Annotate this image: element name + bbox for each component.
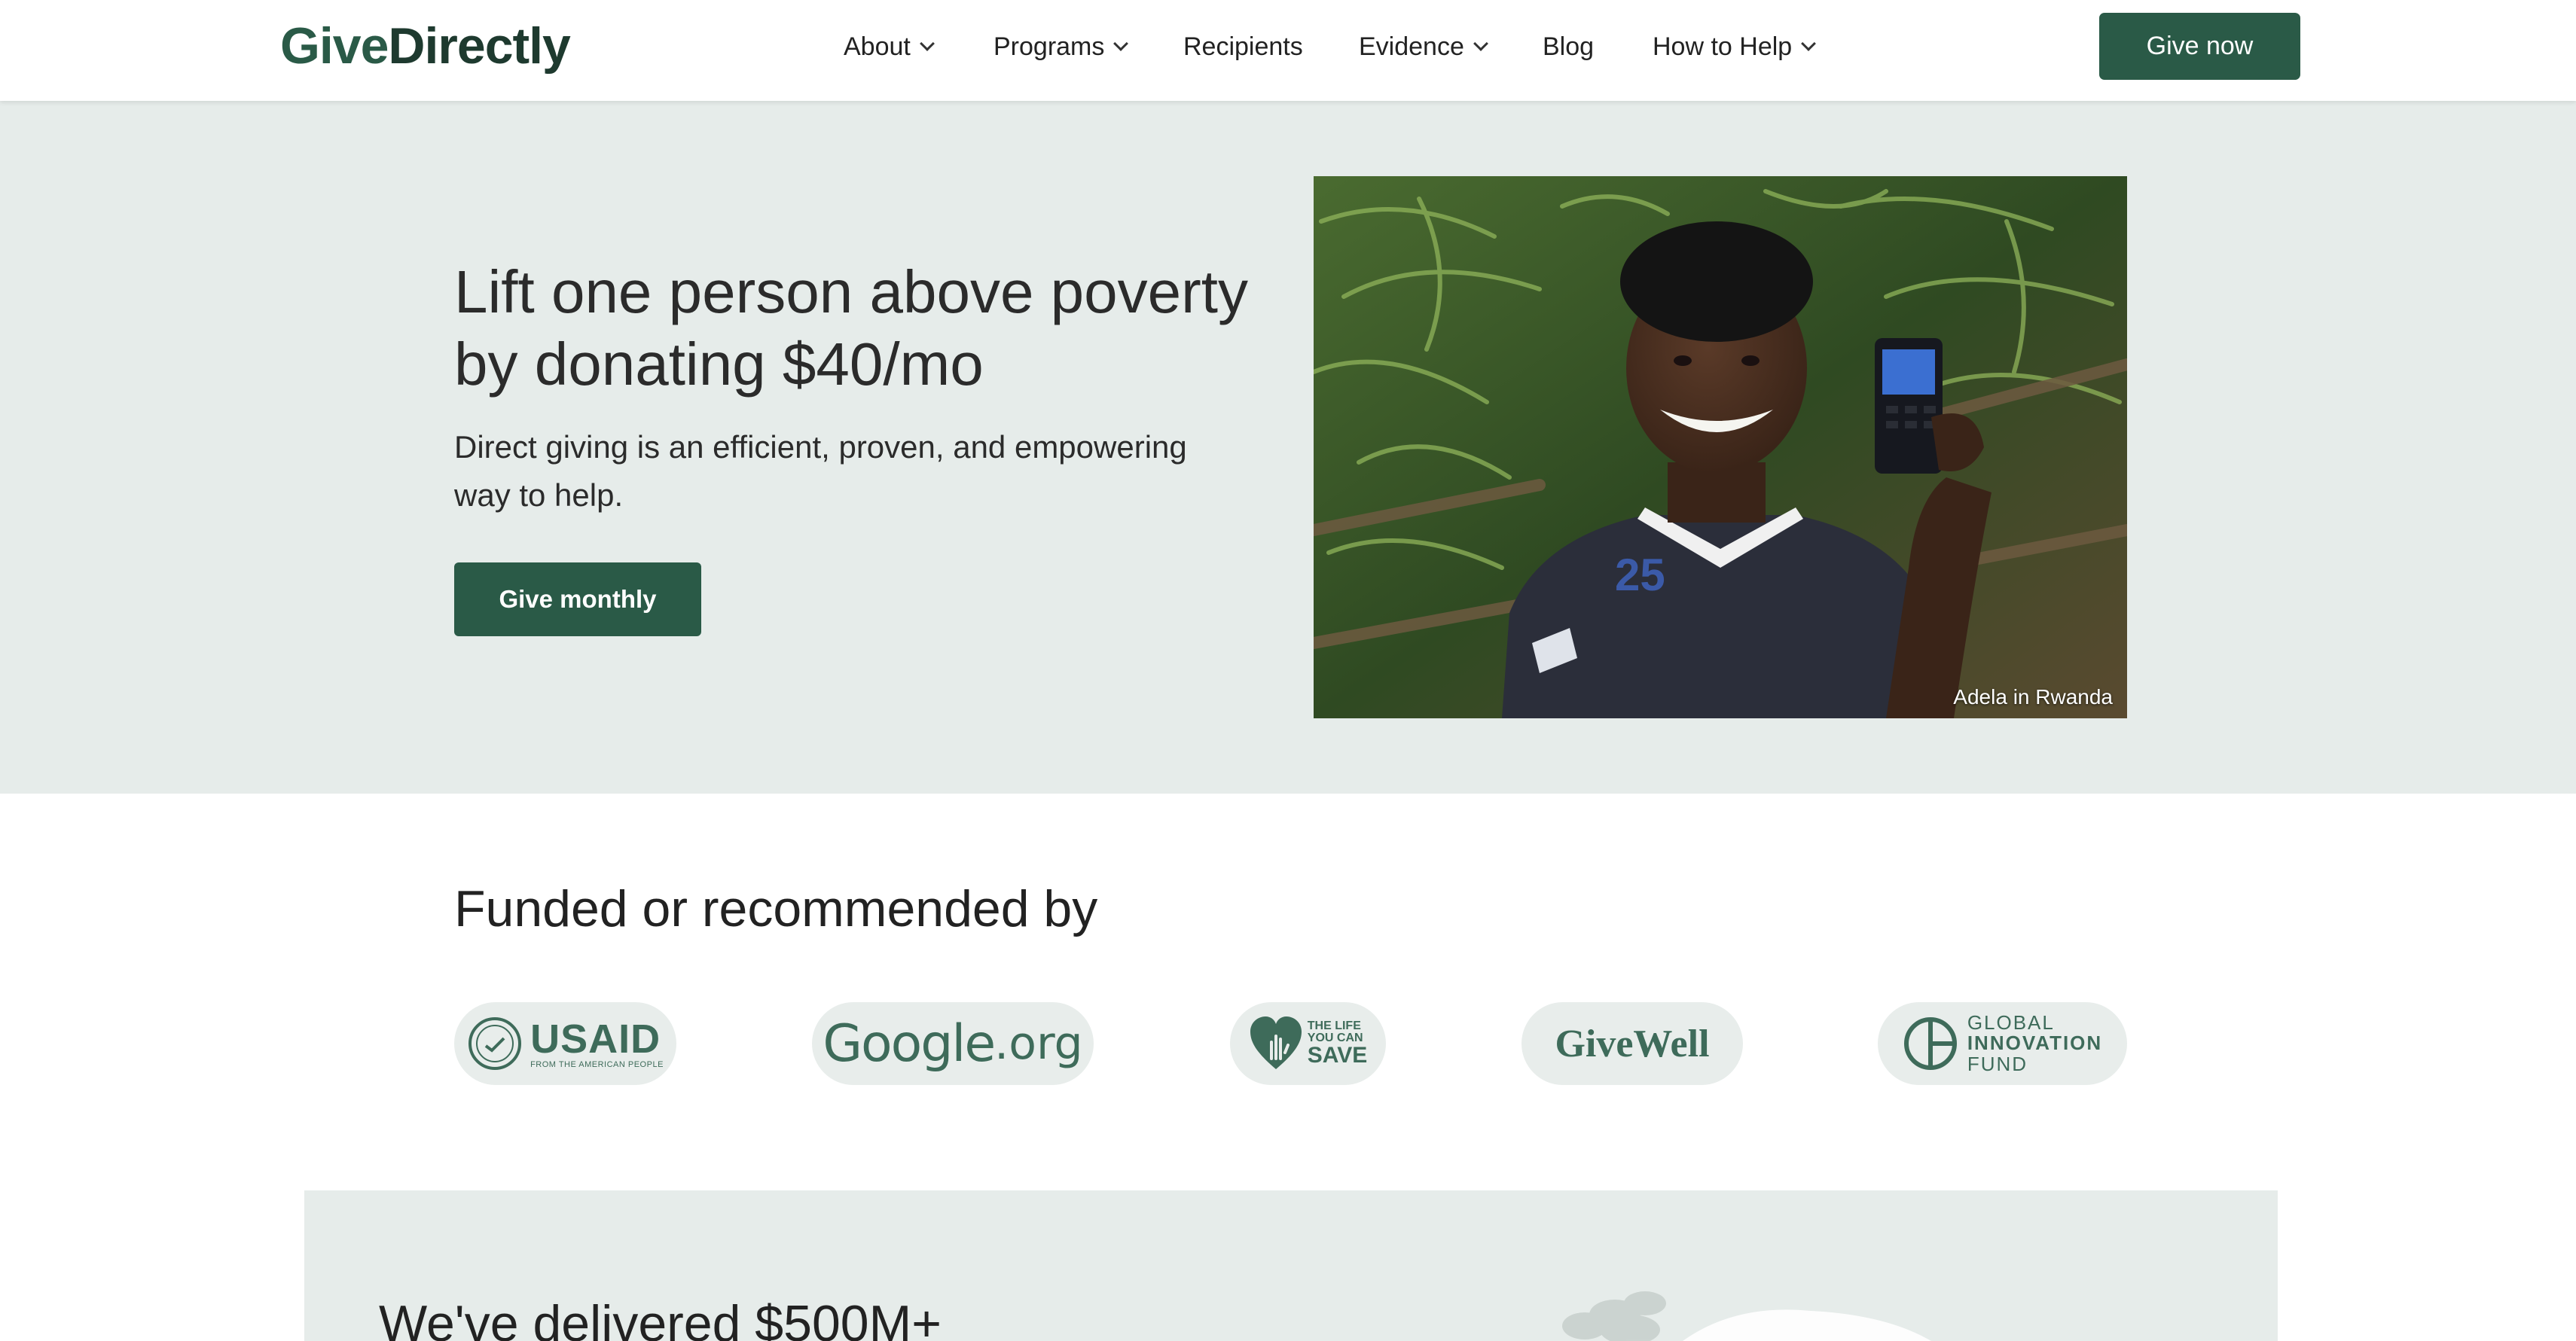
heart-hand-icon	[1250, 1016, 1302, 1069]
nav-about-label: About	[844, 32, 911, 61]
nav-programs-label: Programs	[993, 32, 1105, 61]
nav-recipients[interactable]: Recipients	[1183, 24, 1303, 69]
tlycs-line3: SAVE	[1307, 1043, 1368, 1068]
nav-blog[interactable]: Blog	[1543, 24, 1594, 69]
givedirectly-logo[interactable]: GiveDirectly	[280, 12, 571, 80]
givewell-wordmark: GiveWell	[1555, 1022, 1710, 1065]
chevron-down-icon	[1473, 36, 1488, 51]
delivered-section: We've delivered $500M+	[304, 1190, 2278, 1341]
google-org-suffix: .org	[994, 1017, 1083, 1070]
usaid-logo[interactable]: USAID FROM THE AMERICAN PEOPLE	[454, 1002, 676, 1085]
photo-illustration: 25	[1314, 176, 2127, 718]
usaid-tagline: FROM THE AMERICAN PEOPLE	[530, 1059, 664, 1069]
nav-blog-label: Blog	[1543, 32, 1595, 61]
hero-photo: 25 Adela in Rwanda	[1314, 176, 2127, 718]
gif-line1: GLOBAL	[1967, 1011, 2055, 1035]
gif-emblem-icon	[1903, 1017, 1957, 1070]
gif-line2: INNOVATION	[1967, 1032, 2103, 1055]
nav-recipients-label: Recipients	[1183, 32, 1303, 61]
nav-how-to-help[interactable]: How to Help	[1653, 24, 1817, 69]
usaid-wordmark: USAID	[530, 1016, 661, 1062]
gif-line3: FUND	[1967, 1052, 2028, 1075]
hero-subtitle: Direct giving is an efficient, proven, a…	[454, 429, 1187, 513]
logo-directly-text: Directly	[388, 17, 570, 75]
nav-programs[interactable]: Programs	[993, 24, 1129, 69]
chevron-down-icon	[1801, 36, 1817, 51]
google-org-logo[interactable]: Google .org	[812, 1002, 1094, 1085]
nav-evidence-label: Evidence	[1359, 32, 1464, 61]
givewell-logo[interactable]: GiveWell	[1521, 1002, 1743, 1085]
nav-about[interactable]: About	[844, 24, 935, 69]
svg-text:25: 25	[1615, 550, 1665, 600]
global-innovation-fund-logo[interactable]: GLOBAL INNOVATION FUND	[1878, 1002, 2127, 1085]
nav-how-to-help-label: How to Help	[1653, 32, 1793, 61]
chevron-down-icon	[1113, 36, 1129, 51]
usaid-seal-icon	[469, 1017, 522, 1070]
give-now-button[interactable]: Give now	[2099, 13, 2300, 80]
the-life-you-can-save-logo[interactable]: THE LIFE YOU CAN SAVE	[1230, 1002, 1386, 1085]
nav-evidence[interactable]: Evidence	[1359, 24, 1488, 69]
photo-caption: Adela in Rwanda	[1953, 685, 2113, 709]
logo-give-text: Give	[280, 17, 389, 75]
funders-title: Funded or recommended by	[454, 880, 1098, 937]
give-monthly-button[interactable]: Give monthly	[454, 562, 701, 636]
chevron-down-icon	[919, 36, 935, 51]
hero-title: Lift one person above poverty by donatin…	[454, 258, 1249, 398]
google-wordmark: Google	[823, 1013, 996, 1074]
site-header: GiveDirectly About Programs Recipients E…	[0, 0, 2576, 101]
delivered-title: We've delivered $500M+	[379, 1295, 942, 1341]
hero-section: Lift one person above poverty by donatin…	[0, 101, 2576, 794]
tlycs-line1: THE LIFE	[1307, 1019, 1361, 1032]
